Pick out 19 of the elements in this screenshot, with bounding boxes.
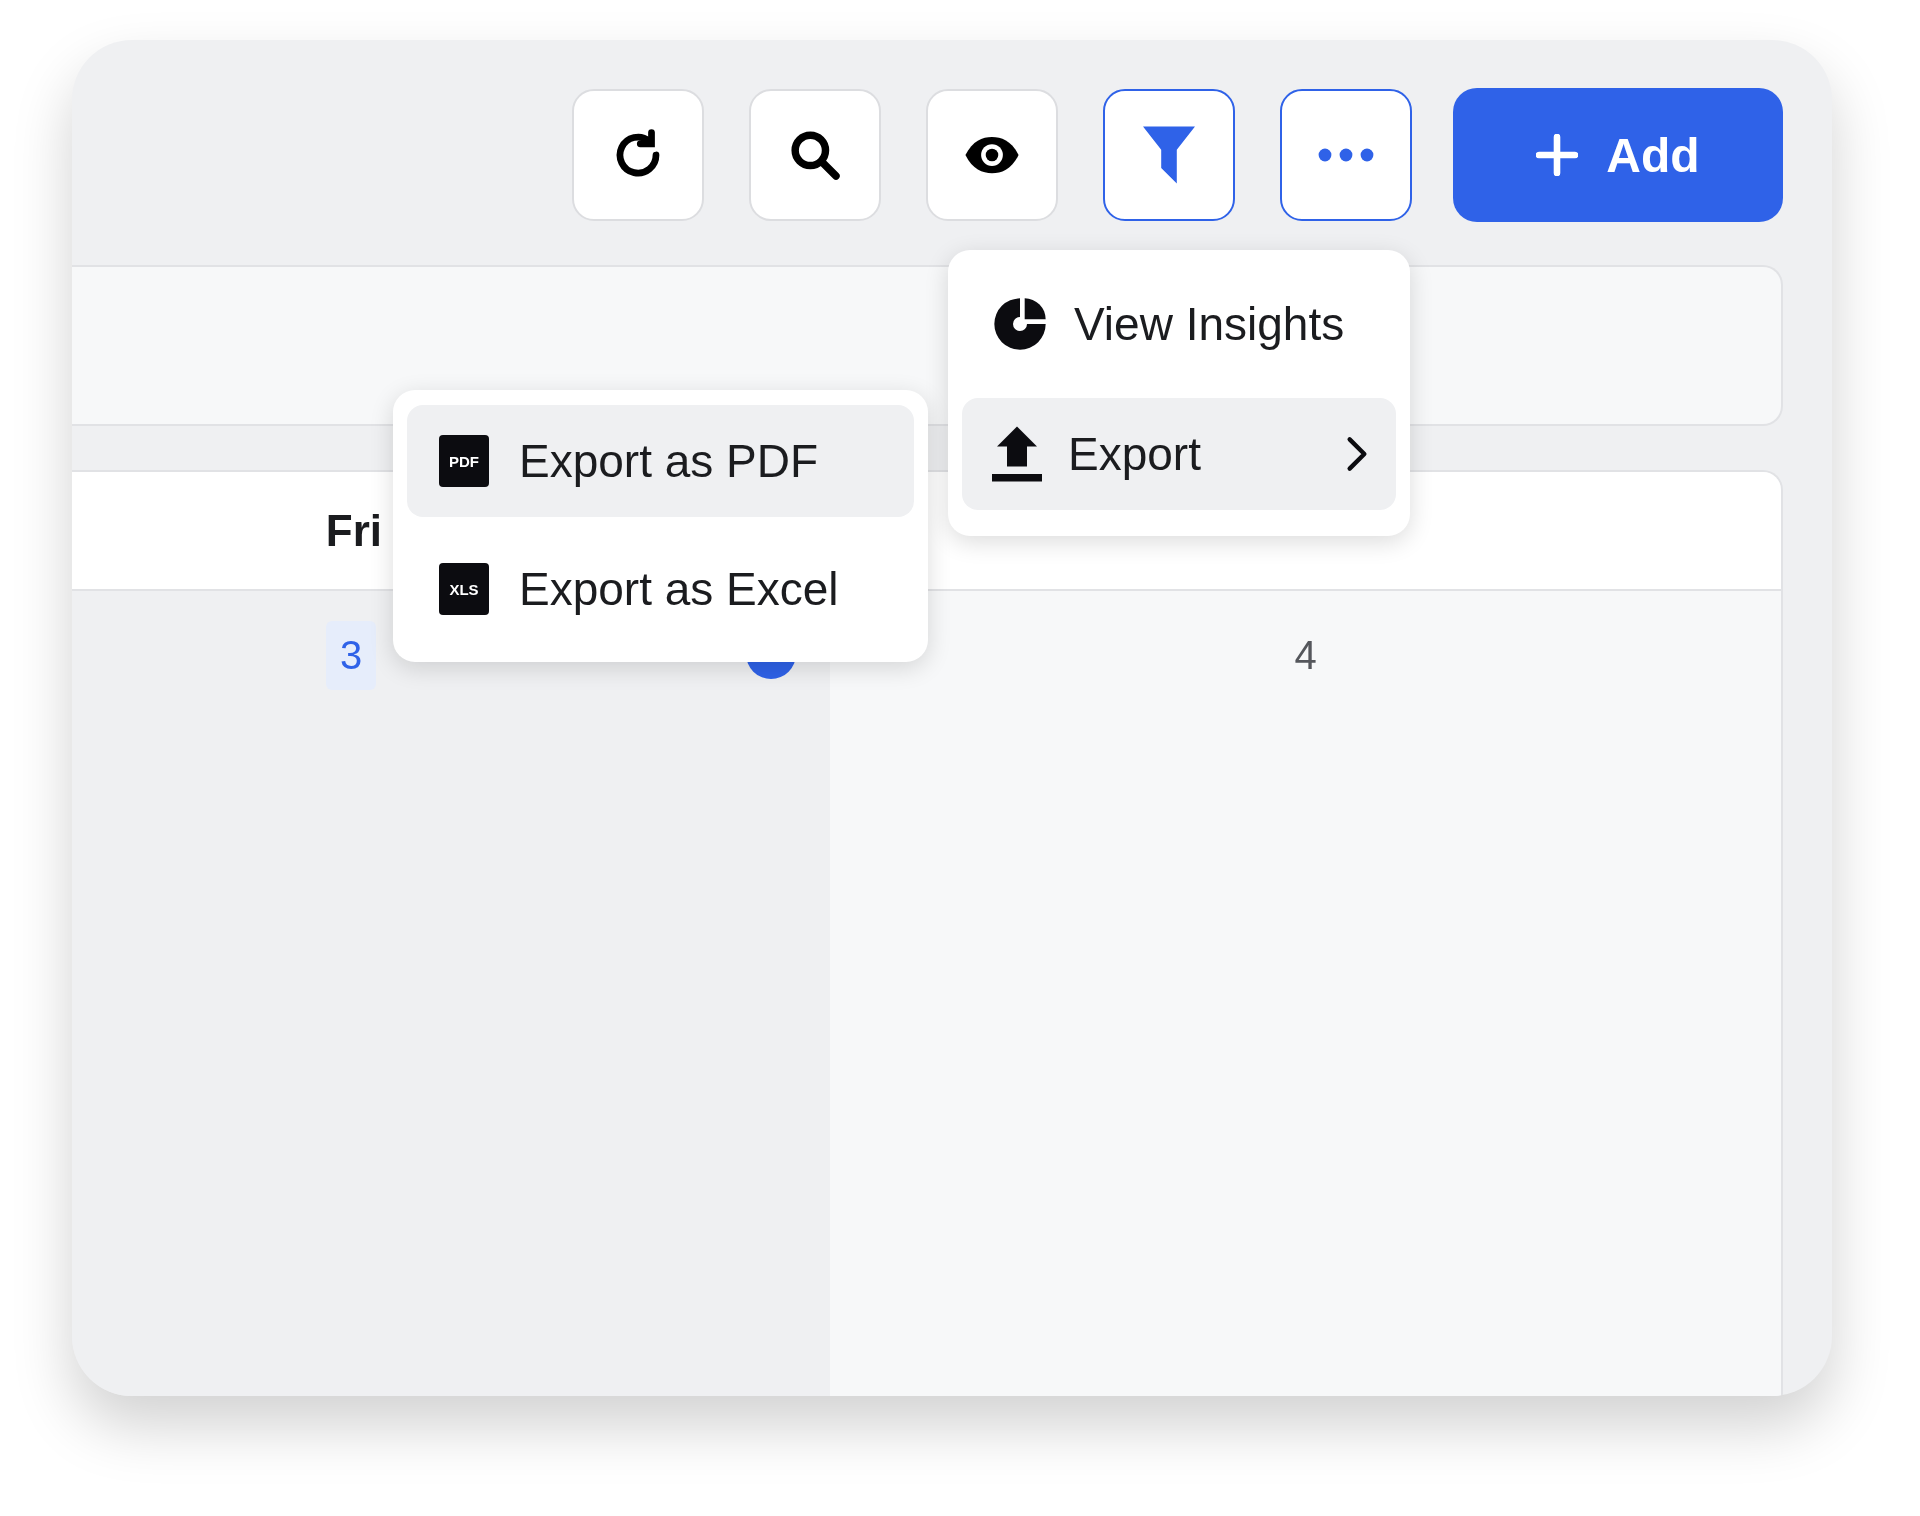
- filter-icon: [1143, 126, 1195, 184]
- add-button[interactable]: Add: [1453, 88, 1783, 222]
- date-number[interactable]: 4: [1280, 621, 1331, 690]
- search-button[interactable]: [749, 89, 881, 221]
- file-icon: XLS: [439, 563, 489, 615]
- menu-item[interactable]: PDF Export as PDF: [407, 405, 914, 517]
- pie-chart-icon: [992, 296, 1048, 352]
- upload-icon: [992, 426, 1042, 482]
- file-icon: PDF: [439, 435, 489, 487]
- refresh-button[interactable]: [572, 89, 704, 221]
- more-icon: [1318, 148, 1374, 162]
- more-button[interactable]: [1280, 89, 1412, 221]
- eye-icon: [963, 135, 1021, 175]
- eye-button[interactable]: [926, 89, 1058, 221]
- menu-item[interactable]: Export: [962, 398, 1396, 510]
- menu-item[interactable]: View Insights: [962, 268, 1396, 380]
- plus-icon: [1536, 134, 1579, 176]
- date-number[interactable]: 3: [326, 621, 377, 690]
- filter-button[interactable]: [1103, 89, 1235, 221]
